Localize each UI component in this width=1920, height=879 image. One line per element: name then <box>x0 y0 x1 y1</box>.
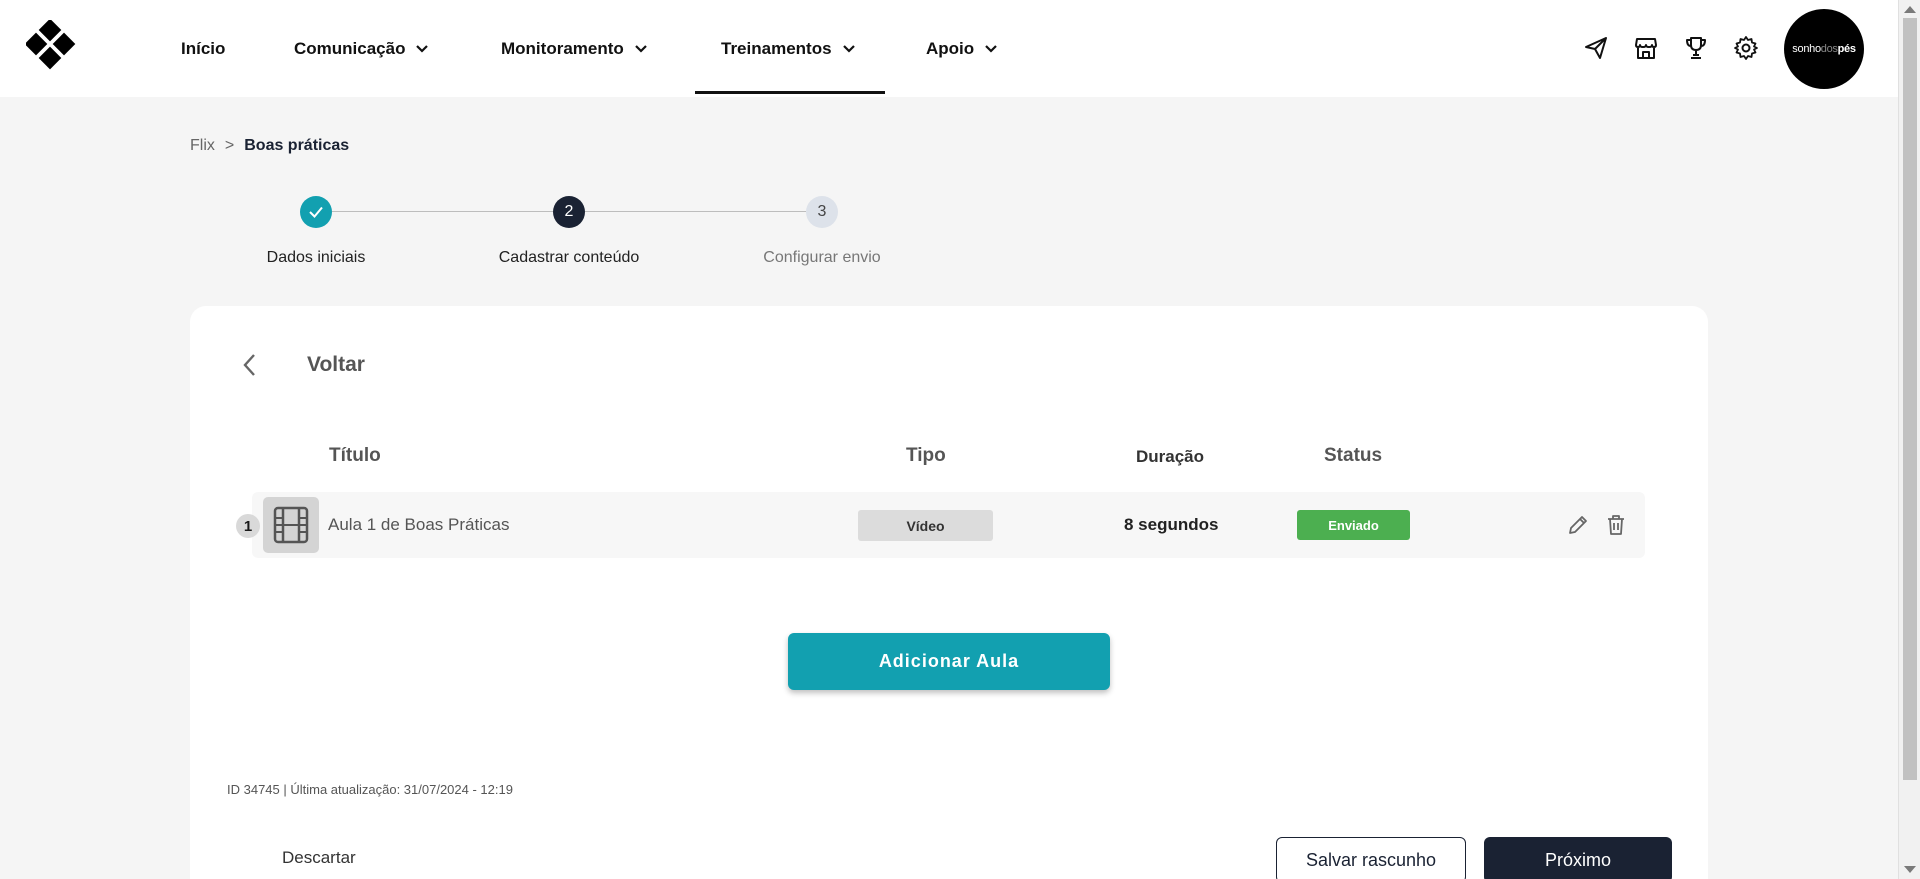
avatar-text-1: sonho <box>1792 43 1821 55</box>
check-icon <box>309 206 323 218</box>
trash-icon[interactable] <box>1604 513 1628 537</box>
nav-label: Comunicação <box>294 38 406 58</box>
top-navbar: Início Comunicação Monitoramento Treinam… <box>0 0 1898 97</box>
lesson-title: Aula 1 de Boas Práticas <box>328 515 510 534</box>
nav-comunicacao[interactable]: Comunicação <box>294 0 429 97</box>
chevron-left-icon[interactable] <box>238 350 262 380</box>
trophy-icon[interactable] <box>1683 35 1709 61</box>
row-index: 1 <box>236 514 260 538</box>
chevron-down-icon <box>985 44 997 53</box>
nav-label: Início <box>181 38 226 58</box>
diamond-grid-logo[interactable] <box>26 20 82 76</box>
status-badge: Enviado <box>1297 510 1410 540</box>
nav-apoio[interactable]: Apoio <box>926 0 998 97</box>
type-badge: Vídeo <box>858 510 993 541</box>
scroll-down-icon[interactable] <box>1904 866 1916 873</box>
save-draft-button[interactable]: Salvar rascunho <box>1276 837 1466 879</box>
chevron-down-icon <box>842 44 855 53</box>
step-1-label: Dados iniciais <box>266 249 366 266</box>
breadcrumb-parent[interactable]: Flix <box>190 137 215 155</box>
column-header-type: Tipo <box>906 445 946 466</box>
breadcrumb-separator: > <box>224 137 235 154</box>
nav-label: Monitoramento <box>501 38 624 58</box>
nav-label: Treinamentos <box>721 38 832 58</box>
lesson-duration: 8 segundos <box>1124 515 1219 534</box>
nav-monitoramento[interactable]: Monitoramento <box>501 0 648 97</box>
column-header-status: Status <box>1324 445 1383 466</box>
chevron-down-icon <box>416 44 429 53</box>
step-1-circle <box>300 196 332 228</box>
record-meta: ID 34745 | Última atualização: 31/07/202… <box>227 782 513 797</box>
avatar[interactable]: sonho dos pés <box>1784 9 1864 89</box>
column-header-duration: Duração <box>1136 447 1205 466</box>
lesson-thumbnail <box>263 497 319 553</box>
film-icon <box>273 506 309 544</box>
nav-label: Apoio <box>926 38 975 58</box>
step-number: 3 <box>817 203 827 220</box>
scroll-up-icon[interactable] <box>1904 6 1916 13</box>
step-2-label: Cadastrar conteúdo <box>498 249 640 266</box>
scroll-thumb[interactable] <box>1903 18 1917 780</box>
discard-button[interactable]: Descartar <box>282 848 356 868</box>
vertical-scrollbar[interactable] <box>1898 0 1920 879</box>
step-2-circle: 2 <box>553 196 585 228</box>
send-icon[interactable] <box>1583 35 1609 61</box>
add-lesson-button[interactable]: Adicionar Aula <box>788 633 1110 690</box>
avatar-text-2: dos <box>1820 43 1838 55</box>
chevron-down-icon <box>635 44 647 53</box>
next-button[interactable]: Próximo <box>1484 837 1672 879</box>
gear-icon[interactable] <box>1733 35 1759 61</box>
step-connector <box>332 211 553 212</box>
step-3-label: Configurar envio <box>763 249 881 266</box>
pencil-icon[interactable] <box>1566 513 1590 537</box>
breadcrumb: Flix > Boas práticas <box>190 137 349 155</box>
store-icon[interactable] <box>1633 35 1659 61</box>
breadcrumb-current: Boas práticas <box>244 137 350 154</box>
nav-treinamentos[interactable]: Treinamentos <box>721 0 856 97</box>
back-label[interactable]: Voltar <box>307 353 365 377</box>
step-connector <box>585 211 806 212</box>
column-header-title: Título <box>329 445 381 466</box>
avatar-text-3: pés <box>1837 43 1856 55</box>
nav-inicio[interactable]: Início <box>181 0 225 97</box>
step-3-circle: 3 <box>806 196 838 228</box>
step-number: 2 <box>564 203 574 220</box>
active-nav-indicator <box>695 91 885 94</box>
